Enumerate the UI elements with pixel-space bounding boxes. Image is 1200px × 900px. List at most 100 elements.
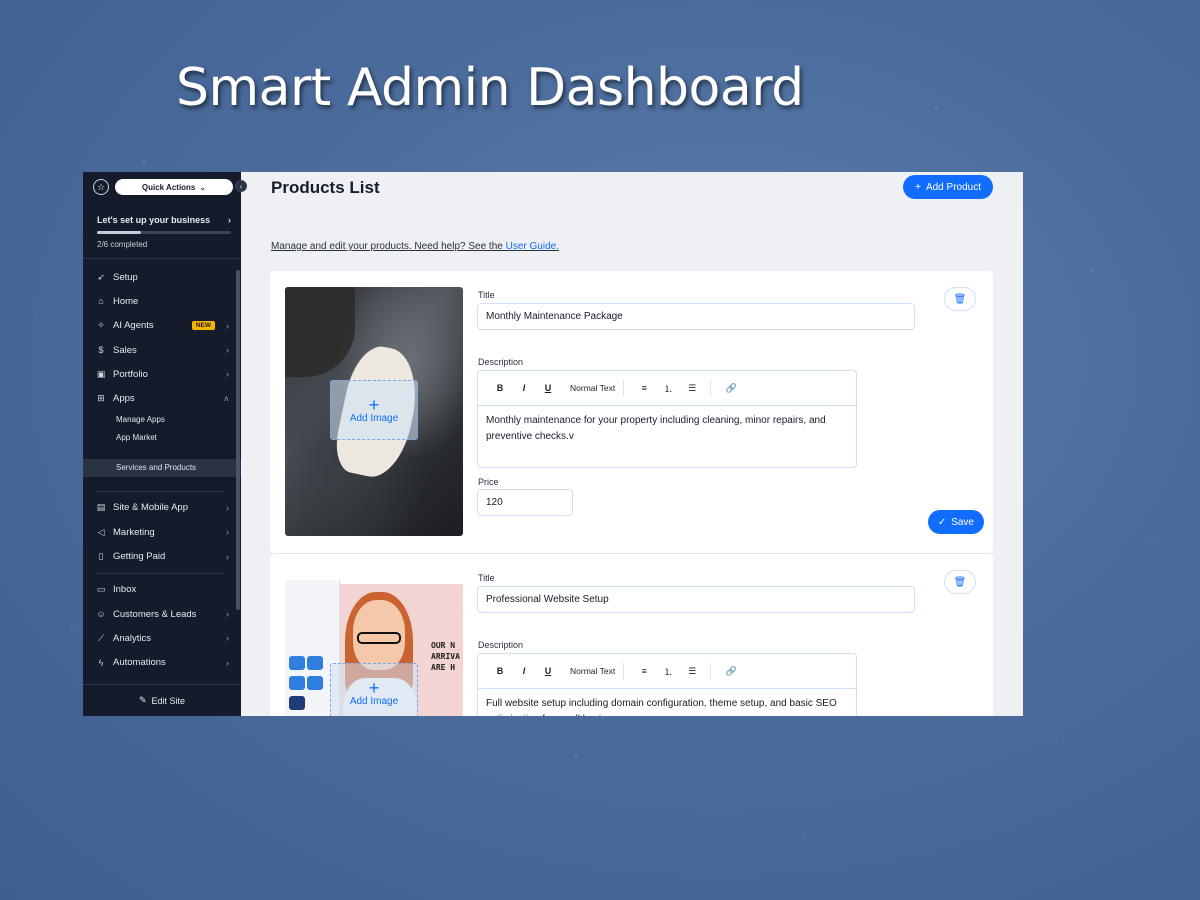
quick-actions-button[interactable]: Quick Actions ⌄ [115, 179, 233, 195]
add-product-label: Add Product [925, 181, 981, 193]
add-product-button[interactable]: + Add Product [903, 175, 993, 199]
mockup-block [289, 676, 305, 690]
description-editor[interactable]: B I U Normal Text ≡ ⒈ ☰ 🔗 Full website s… [477, 653, 857, 716]
chevron-right-icon: › [226, 527, 229, 538]
page-title: Products List [271, 178, 380, 197]
sidebar-item-label: Analytics [113, 632, 152, 644]
setup-progress-text: 2/6 completed [97, 240, 148, 249]
sidebar-item-label: Marketing [113, 526, 155, 538]
edit-site-button[interactable]: ✎ Edit Site [83, 684, 241, 716]
add-image-button[interactable]: + Add Image [330, 663, 418, 716]
trash-icon: 🗑 [953, 293, 967, 305]
sidebar-subitem-services-products[interactable]: Services and Products [83, 458, 241, 477]
setup-progress-bar [97, 231, 231, 234]
star-icon[interactable]: ☆ [93, 179, 109, 195]
sidebar-item-label: AI Agents [113, 320, 154, 332]
title-input[interactable]: Professional Website Setup [477, 586, 915, 613]
edit-site-label: Edit Site [151, 695, 186, 706]
chevron-right-icon: › [226, 502, 229, 513]
italic-button[interactable]: I [512, 383, 536, 393]
description-label: Description [478, 357, 524, 367]
numbered-list-icon[interactable]: ⒈ [656, 382, 680, 395]
sidebar-nav: ➶ Setup ⌂ Home ✧ AI Agents NEW › $ Sales… [83, 259, 241, 675]
sparkle-icon: ✧ [97, 320, 105, 331]
add-image-label: Add Image [349, 412, 399, 424]
chevron-right-icon: › [228, 215, 231, 225]
italic-button[interactable]: I [512, 666, 536, 676]
bullet-list-icon[interactable]: ☰ [680, 666, 704, 677]
link-icon[interactable]: 🔗 [719, 666, 743, 677]
sidebar-item-getting-paid[interactable]: ▯ Getting Paid › [83, 544, 241, 568]
divider [623, 380, 625, 396]
editor-toolbar: B I U Normal Text ≡ ⒈ ☰ 🔗 [478, 654, 856, 689]
sidebar-item-label: Sales [113, 344, 137, 356]
intro-text-body: Manage and edit your products. Need help… [271, 241, 506, 252]
add-image-button[interactable]: + Add Image [330, 380, 418, 440]
product-card: OUR N ARRIVA ARE H + Add Image Title Profe… [270, 553, 993, 716]
title-input[interactable]: Monthly Maintenance Package [477, 303, 915, 330]
site-icon: ▤ [96, 502, 106, 513]
description-text[interactable]: Monthly maintenance for your property in… [478, 406, 856, 452]
bullet-list-icon[interactable]: ☰ [680, 383, 704, 394]
setup-progress-fill [97, 231, 142, 234]
sidebar-item-label: Apps [113, 393, 135, 405]
mockup-block [307, 676, 323, 690]
trash-icon: 🗑 [953, 576, 967, 588]
check-icon: ✓ [937, 516, 947, 528]
chevron-right-icon: › [226, 369, 229, 380]
setup-progress[interactable]: Let's set up your business › 2/6 complet… [83, 195, 241, 249]
sidebar-item-apps[interactable]: ⊞ Apps ˄ [83, 386, 241, 410]
sidebar-item-marketing[interactable]: ◁ Marketing › [83, 520, 241, 544]
numbered-list-icon[interactable]: ⒈ [656, 665, 680, 678]
bold-button[interactable]: B [488, 383, 512, 393]
sidebar-item-automations[interactable]: ϟ Automations › [83, 651, 241, 675]
mockup-headline: OUR N ARRIVA ARE H [431, 641, 460, 672]
chevron-right-icon: › [226, 551, 229, 562]
new-badge: NEW [191, 321, 215, 331]
sidebar-item-customers-leads[interactable]: ☺ Customers & Leads › [83, 602, 241, 626]
save-button[interactable]: ✓ Save [927, 510, 984, 534]
description-text[interactable]: Full website setup including domain conf… [478, 689, 856, 716]
intro-text: Manage and edit your products. Need help… [271, 241, 559, 252]
divider [710, 663, 712, 679]
chevron-up-icon: ˄ [223, 393, 229, 404]
divider [623, 663, 625, 679]
title-label: Title [478, 573, 495, 583]
glove-shape [285, 287, 355, 377]
sidebar-item-inbox[interactable]: ▭ Inbox [83, 578, 241, 602]
home-icon: ⌂ [98, 296, 104, 307]
align-left-icon[interactable]: ≡ [632, 666, 656, 676]
sidebar-item-site-mobile-app[interactable]: ▤ Site & Mobile App › [83, 496, 241, 520]
user-guide-link[interactable]: User Guide. [506, 241, 559, 252]
product-image: OUR N ARRIVA ARE H + Add Image [285, 570, 463, 716]
sidebar-scrollbar[interactable] [236, 270, 240, 610]
sidebar-item-label: Home [113, 295, 139, 307]
customers-icon: ☺ [96, 609, 106, 620]
divider [710, 380, 712, 396]
sidebar-item-label: Customers & Leads [113, 608, 197, 620]
align-left-icon[interactable]: ≡ [632, 383, 656, 393]
delete-button[interactable]: 🗑 [944, 287, 976, 311]
description-editor[interactable]: B I U Normal Text ≡ ⒈ ☰ 🔗 Monthly mainte… [477, 370, 857, 468]
underline-button[interactable]: U [536, 383, 560, 393]
editor-toolbar: B I U Normal Text ≡ ⒈ ☰ 🔗 [478, 371, 856, 406]
sidebar-item-sales[interactable]: $ Sales › [83, 338, 241, 362]
sidebar-item-label: Inbox [113, 584, 137, 596]
automation-icon: ϟ [98, 657, 104, 668]
sidebar-subitem-app-market[interactable]: App Market [83, 429, 241, 447]
sidebar-item-home[interactable]: ⌂ Home [83, 289, 241, 313]
sidebar-item-setup[interactable]: ➶ Setup [83, 265, 241, 289]
text-style-dropdown[interactable]: Normal Text [570, 383, 615, 393]
link-icon[interactable]: 🔗 [719, 383, 743, 394]
sidebar-item-ai-agents[interactable]: ✧ AI Agents NEW › [83, 314, 241, 338]
sidebar-subitem-manage-apps[interactable]: Manage Apps [83, 411, 241, 429]
chevron-right-icon: › [226, 633, 229, 644]
price-input[interactable]: 120 [477, 489, 573, 516]
delete-button[interactable]: 🗑 [944, 570, 976, 594]
plus-icon: + [368, 677, 380, 698]
sidebar-item-portfolio[interactable]: ▣ Portfolio › [83, 362, 241, 386]
bold-button[interactable]: B [488, 666, 512, 676]
text-style-dropdown[interactable]: Normal Text [570, 666, 615, 676]
sidebar-item-analytics[interactable]: ⟋ Analytics › [83, 626, 241, 650]
underline-button[interactable]: U [536, 666, 560, 676]
